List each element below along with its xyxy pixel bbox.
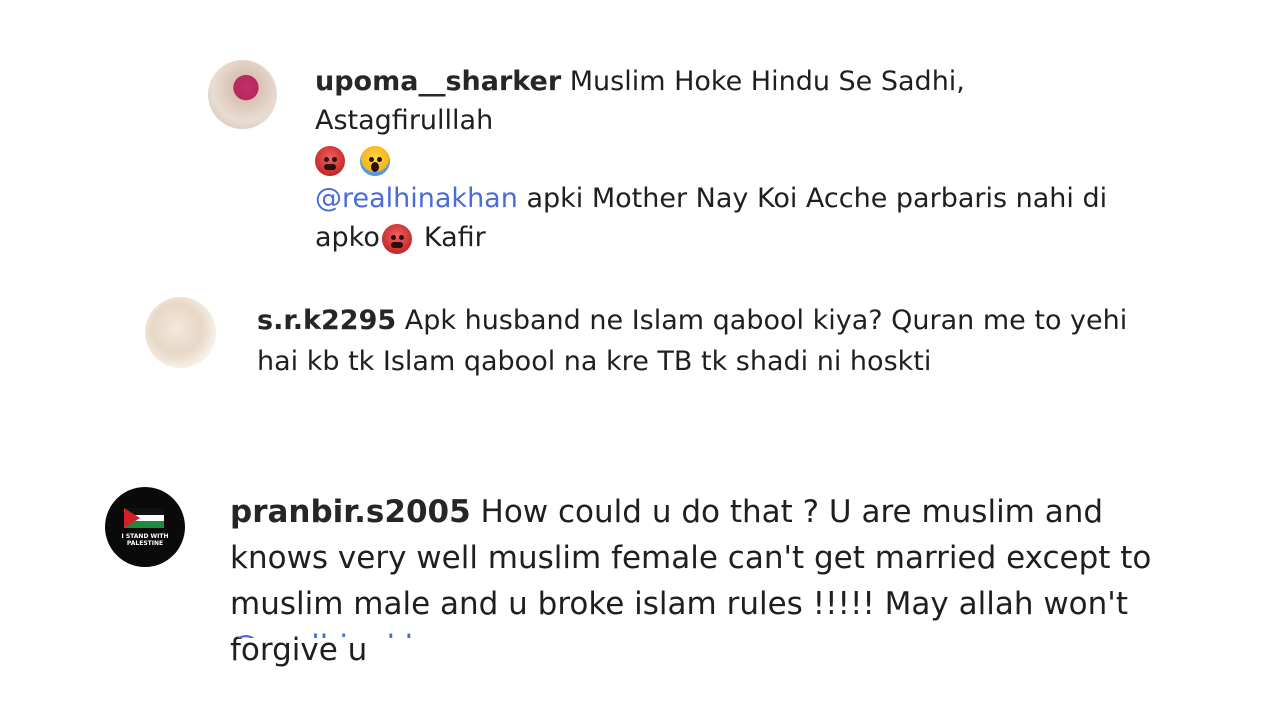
avatar[interactable] bbox=[145, 297, 216, 368]
comment-body: s.r.k2295 Apk husband ne Islam qabool ki… bbox=[257, 300, 1157, 382]
comment-text: apko bbox=[315, 222, 380, 253]
comment-pranbir: I STAND WITH PALESTINE pranbir.s2005 How… bbox=[105, 487, 1190, 673]
comment-srk: s.r.k2295 Apk husband ne Islam qabool ki… bbox=[145, 297, 1157, 382]
mention-link[interactable]: @realhinakh bbox=[230, 624, 424, 638]
mention-link[interactable]: @realhinakhan bbox=[315, 183, 518, 214]
comment-text: Kafir bbox=[423, 222, 486, 253]
angry-face-icon bbox=[315, 145, 345, 176]
comment-upoma: upoma__sharker Muslim Hoke Hindu Se Sadh… bbox=[208, 60, 1135, 257]
comment-body: upoma__sharker Muslim Hoke Hindu Se Sadh… bbox=[315, 62, 1135, 257]
comment-username[interactable]: pranbir.s2005 bbox=[230, 494, 471, 530]
avatar[interactable] bbox=[208, 60, 277, 129]
avatar[interactable]: I STAND WITH PALESTINE bbox=[105, 487, 185, 567]
comment-body: pranbir.s2005 How could u do that ? U ar… bbox=[230, 489, 1190, 673]
comment-username[interactable]: upoma__sharker bbox=[315, 66, 561, 97]
screaming-face-icon bbox=[359, 145, 390, 176]
avatar-badge-text: I STAND WITH PALESTINE bbox=[121, 533, 169, 547]
angry-face-icon bbox=[381, 223, 412, 254]
comment-username[interactable]: s.r.k2295 bbox=[257, 305, 396, 336]
comment-text: apki Mother Nay Koi Acche parbaris nahi … bbox=[526, 183, 1108, 214]
palestine-flag-icon bbox=[124, 508, 164, 528]
